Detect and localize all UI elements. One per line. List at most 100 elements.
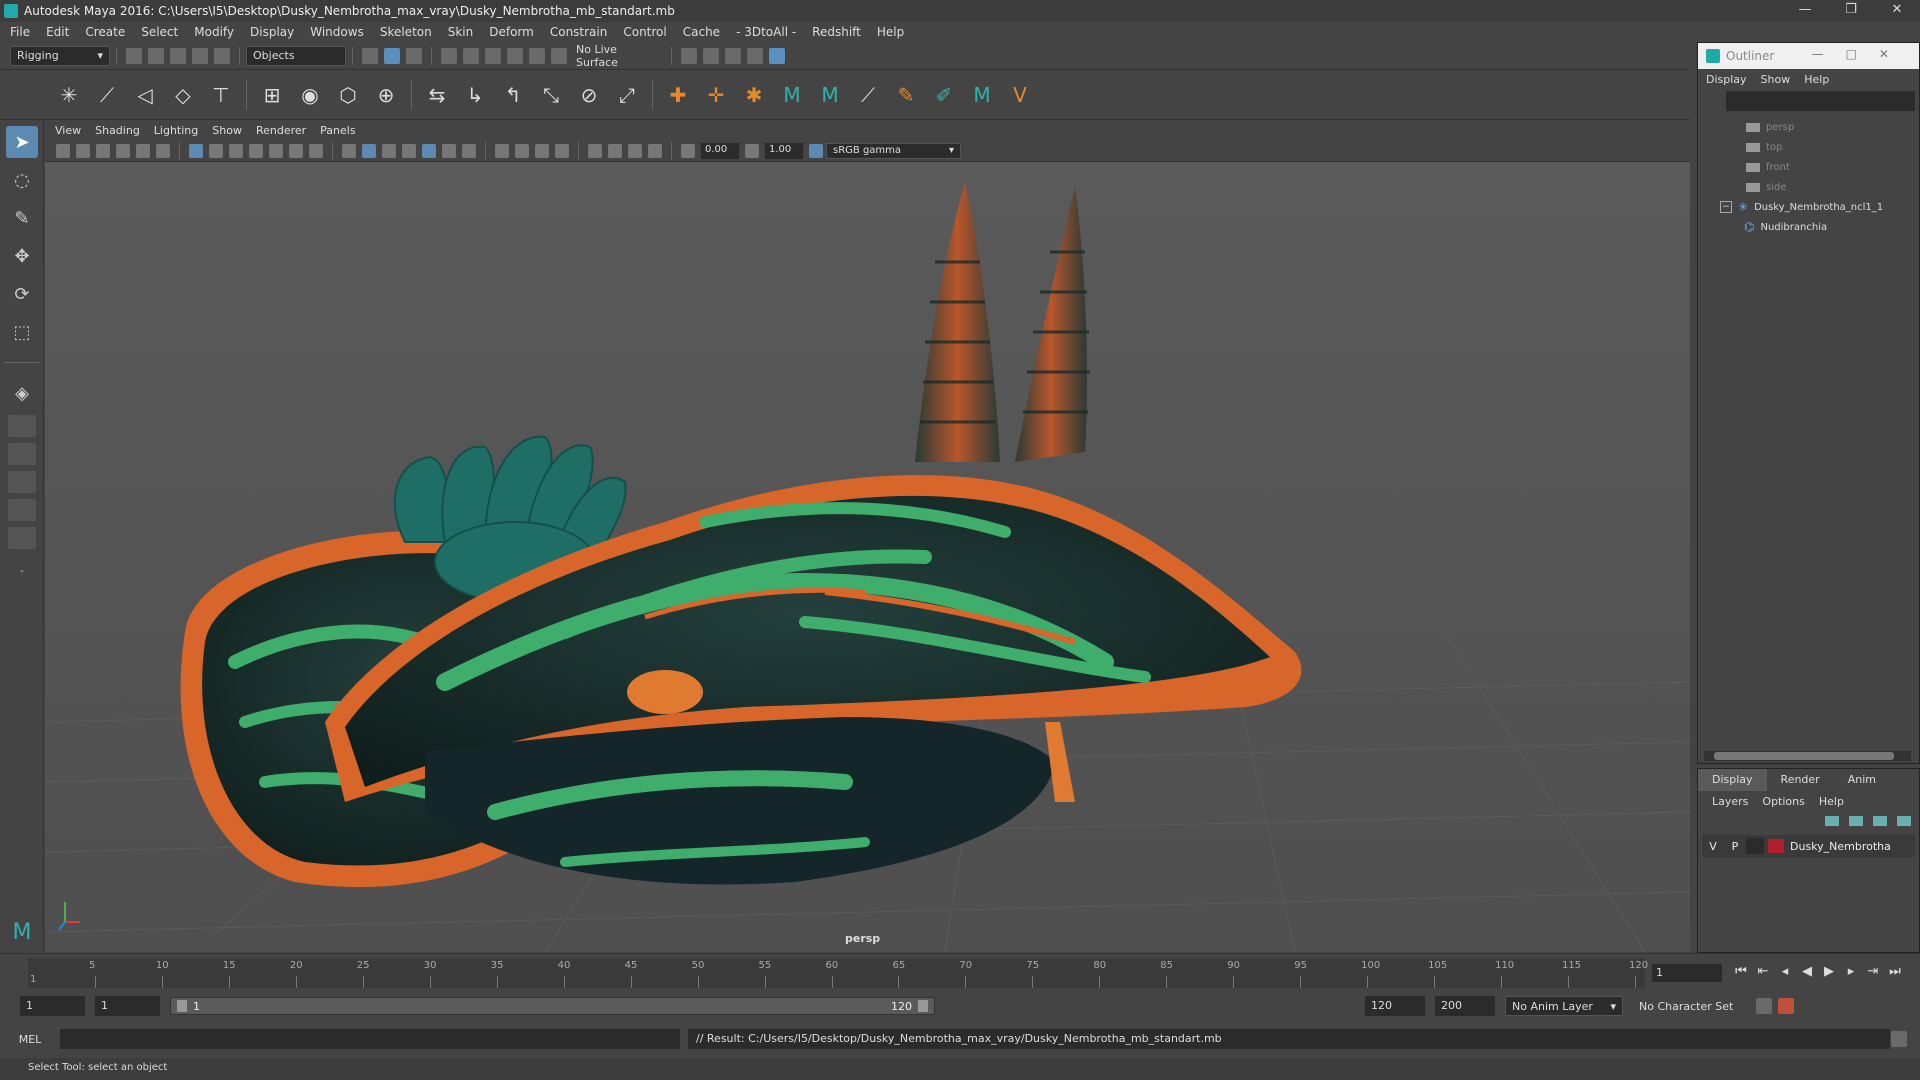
- menu-cache[interactable]: Cache: [683, 25, 720, 39]
- snap-grid-icon[interactable]: [441, 47, 457, 64]
- menu-create[interactable]: Create: [85, 25, 125, 39]
- wireframe-on-shaded-icon[interactable]: [402, 143, 416, 158]
- menu-deform[interactable]: Deform: [489, 25, 534, 39]
- hypershade-icon[interactable]: [747, 47, 763, 64]
- close-button[interactable]: ✕: [1874, 0, 1920, 22]
- render-frame-icon[interactable]: [681, 47, 697, 64]
- range-slider[interactable]: 1 120: [170, 997, 935, 1015]
- live-surface-label[interactable]: No Live Surface: [570, 43, 665, 69]
- outliner-search-input[interactable]: [1726, 91, 1915, 111]
- textured-icon[interactable]: [422, 143, 436, 158]
- mirror-joint-icon[interactable]: ◇: [169, 81, 197, 109]
- menu-control[interactable]: Control: [623, 25, 666, 39]
- rotate-tool-icon[interactable]: ⟳: [6, 278, 38, 310]
- anim-layer-dropdown[interactable]: No Anim Layer ▾: [1505, 996, 1623, 1016]
- step-back-frame-icon[interactable]: ◂: [1774, 964, 1796, 979]
- resolution-gate-icon[interactable]: [229, 143, 243, 158]
- paint-weights-icon[interactable]: ✎: [892, 81, 920, 109]
- field-chart-icon[interactable]: [269, 143, 283, 158]
- paint-select-icon[interactable]: ✎: [6, 202, 38, 234]
- new-layer-icon[interactable]: [1873, 816, 1887, 826]
- layer-row[interactable]: V P Dusky_Nembrotha: [1702, 835, 1915, 857]
- bookmark-icon[interactable]: [96, 143, 110, 158]
- layout-more-icon[interactable]: -: [6, 555, 38, 587]
- ipr-render-icon[interactable]: [703, 47, 719, 64]
- menu-modify[interactable]: Modify: [194, 25, 234, 39]
- motion-blur-icon[interactable]: [515, 143, 529, 158]
- image-plane-icon[interactable]: [116, 143, 130, 158]
- auto-key-icon[interactable]: [1756, 998, 1772, 1014]
- render-settings-icon[interactable]: [725, 47, 741, 64]
- gamma-field[interactable]: 1.00: [765, 142, 803, 159]
- layer-menu-layers[interactable]: Layers: [1712, 795, 1748, 808]
- outliner-menu-display[interactable]: Display: [1706, 73, 1747, 86]
- ik-spline-icon[interactable]: ◁: [131, 81, 159, 109]
- outliner-item[interactable]: − ✳ Dusky_Nembrotha_ncl1_1: [1698, 197, 1919, 217]
- layer-playback-toggle[interactable]: P: [1724, 840, 1746, 853]
- select-object-icon[interactable]: [384, 47, 400, 64]
- gate-mask-icon[interactable]: [249, 143, 263, 158]
- step-back-key-icon[interactable]: ⇤: [1752, 964, 1774, 979]
- menu-windows[interactable]: Windows: [310, 25, 364, 39]
- use-default-material-icon[interactable]: [382, 143, 396, 158]
- layer-color-swatch[interactable]: [1768, 839, 1784, 853]
- layer-visibility-toggle[interactable]: V: [1702, 840, 1724, 853]
- xray-icon[interactable]: [608, 143, 622, 158]
- range-end-grip[interactable]: [918, 1000, 928, 1012]
- menu-help[interactable]: Help: [877, 25, 904, 39]
- constraint-scale-icon[interactable]: ⤡: [537, 81, 565, 109]
- depth-of-field-icon[interactable]: [555, 143, 569, 158]
- locator-icon[interactable]: ✚: [664, 81, 692, 109]
- menu-select[interactable]: Select: [141, 25, 178, 39]
- xray-components-icon[interactable]: [648, 143, 662, 158]
- shadows-icon[interactable]: [462, 143, 476, 158]
- open-scene-icon[interactable]: [148, 47, 164, 64]
- minimize-button[interactable]: —: [1782, 0, 1828, 22]
- playback-end-field[interactable]: 120: [1365, 996, 1425, 1016]
- snap-point-icon[interactable]: [485, 47, 501, 64]
- brush-icon[interactable]: ⟋: [854, 81, 882, 109]
- humanik-icon[interactable]: ⊤: [207, 81, 235, 109]
- persp-graph-layout-icon[interactable]: [8, 499, 36, 521]
- outliner-item[interactable]: ⌬ Nudibranchia: [1698, 217, 1919, 237]
- current-frame-field[interactable]: 1: [1652, 964, 1722, 982]
- step-forward-key-icon[interactable]: ⇥: [1862, 964, 1884, 979]
- wireframe-icon[interactable]: [342, 143, 356, 158]
- safe-title-icon[interactable]: [309, 143, 323, 158]
- curve-locator-icon[interactable]: ✛: [702, 81, 730, 109]
- vp-menu-view[interactable]: View: [55, 124, 81, 137]
- 2d-pan-zoom-icon[interactable]: [136, 143, 150, 158]
- script-language-toggle[interactable]: MEL: [0, 1033, 60, 1046]
- menu-file[interactable]: File: [10, 25, 30, 39]
- play-backward-icon[interactable]: ◀: [1796, 964, 1818, 979]
- vp-menu-panels[interactable]: Panels: [320, 124, 355, 137]
- menuset-dropdown[interactable]: Rigging ▾: [10, 45, 110, 66]
- vp-menu-lighting[interactable]: Lighting: [154, 124, 198, 137]
- isolate-select-icon[interactable]: [588, 143, 602, 158]
- rig-script2-icon[interactable]: M: [816, 81, 844, 109]
- playback-start-field[interactable]: 1: [95, 996, 160, 1016]
- antialias-icon[interactable]: [535, 143, 549, 158]
- snap-surface-icon[interactable]: [529, 47, 545, 64]
- skin-weights-icon[interactable]: ✱: [740, 81, 768, 109]
- two-pane-layout-icon[interactable]: [8, 443, 36, 465]
- smooth-shade-icon[interactable]: [362, 143, 376, 158]
- outliner-item[interactable]: persp: [1698, 117, 1919, 137]
- joint-tool-icon[interactable]: ✳: [55, 81, 83, 109]
- ambient-occlusion-icon[interactable]: [495, 143, 509, 158]
- select-tool-icon[interactable]: ➤: [6, 126, 38, 158]
- tab-render[interactable]: Render: [1767, 769, 1834, 791]
- use-all-lights-icon[interactable]: [442, 143, 456, 158]
- vp-menu-renderer[interactable]: Renderer: [256, 124, 306, 137]
- outliner-menu-show[interactable]: Show: [1761, 73, 1791, 86]
- single-pane-layout-icon[interactable]: ◈: [6, 377, 38, 409]
- camera-select-icon[interactable]: [56, 143, 70, 158]
- render-view-icon[interactable]: [769, 47, 785, 64]
- grease-pencil-icon[interactable]: [156, 143, 170, 158]
- menu-redshift[interactable]: Redshift: [812, 25, 861, 39]
- move-layer-down-icon[interactable]: [1849, 816, 1863, 826]
- snap-plane-icon[interactable]: [507, 47, 523, 64]
- range-start-grip[interactable]: [177, 1000, 187, 1012]
- exposure-field[interactable]: 0.00: [701, 142, 739, 159]
- move-tool-icon[interactable]: ✥: [6, 240, 38, 272]
